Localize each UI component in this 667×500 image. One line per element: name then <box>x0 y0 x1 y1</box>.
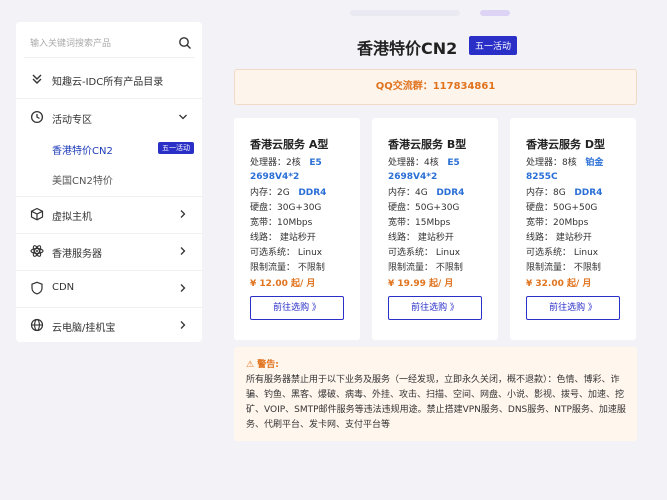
divider <box>16 233 202 234</box>
spec-line: 线路： 建站秒开 <box>250 233 316 243</box>
spec-line: 线路： 建站秒开 <box>526 233 592 243</box>
spec-os: 可选系统： Linux <box>526 248 599 258</box>
sidebar-item-label: 知趣云-IDC所有产品目录 <box>52 77 164 88</box>
card-title: 香港云服务 D型 <box>526 138 605 151</box>
warning-title: ⚠ 警告: <box>246 360 279 370</box>
spec-traffic: 限制流量： 不限制 <box>388 263 463 273</box>
sidebar-item-label: 香港服务器 <box>52 249 102 260</box>
sidebar-item-activity[interactable]: 活动专区 <box>16 102 202 132</box>
buy-button[interactable]: 前往选购 》 <box>250 296 344 320</box>
spec-traffic: 限制流量： 不限制 <box>526 263 601 273</box>
search-box <box>24 30 194 58</box>
spec-cpu: 处理器：8核 铂金 8255C <box>526 158 604 182</box>
warning-panel: ⚠ 警告: 所有服务器禁止用于以下业务及服务（一经发现，立即永久关闭，概不退款）… <box>234 347 637 441</box>
cube-icon <box>30 207 44 221</box>
globe-icon <box>30 318 44 332</box>
sidebar-item-virtual-host[interactable]: 虚拟主机 <box>16 199 202 229</box>
chevron-right-icon <box>180 284 186 292</box>
activity-badge: 五一活动 <box>158 142 194 154</box>
warning-body: 所有服务器禁止用于以下业务及服务（一经发现，立即永久关闭，概不退款）：色情、博彩… <box>246 375 626 430</box>
sidebar-item-label: 活动专区 <box>52 115 92 126</box>
qq-group-banner: QQ交流群：117834861 <box>234 69 637 105</box>
sidebar-item-label: 云电脑/挂机宝 <box>52 323 116 334</box>
search-input[interactable] <box>24 30 174 56</box>
buy-button[interactable]: 前往选购 》 <box>526 296 620 320</box>
product-card-a: 香港云服务 A型 处理器：2核 E5 2698V4*2 内存：2G DDR4 硬… <box>234 118 360 340</box>
spec-memory: 内存：8G DDR4 <box>526 188 603 198</box>
product-card-d: 香港云服务 D型 处理器：8核 铂金 8255C 内存：8G DDR4 硬盘：5… <box>510 118 636 340</box>
divider <box>16 196 202 197</box>
sidebar-item-hk-server[interactable]: 香港服务器 <box>16 236 202 266</box>
spec-cpu: 处理器：2核 E5 2698V4*2 <box>250 158 322 182</box>
double-chevron-down-icon <box>32 74 42 84</box>
title-badge: 五一活动 <box>469 36 518 55</box>
search-icon[interactable] <box>178 36 192 50</box>
chevron-right-icon <box>180 321 186 329</box>
spec-disk: 硬盘：50G+50G <box>526 203 598 213</box>
price: ¥ 32.00 起/ 月 <box>526 279 592 289</box>
spec-bandwidth: 宽带：20Mbps <box>526 218 589 228</box>
spec-disk: 硬盘：50G+30G <box>388 203 460 213</box>
price: ¥ 12.00 起/ 月 <box>250 279 316 289</box>
card-title: 香港云服务 B型 <box>388 138 467 151</box>
buy-button[interactable]: 前往选购 》 <box>388 296 482 320</box>
spec-memory: 内存：2G DDR4 <box>250 188 327 198</box>
divider <box>16 307 202 308</box>
divider <box>16 98 202 99</box>
spec-os: 可选系统： Linux <box>388 248 461 258</box>
sidebar: 知趣云-IDC所有产品目录 活动专区 香港特价CN2 五一活动 美国CN2特价 … <box>16 22 202 342</box>
spec-traffic: 限制流量： 不限制 <box>250 263 325 273</box>
page-title: 香港特价CN2 <box>357 39 458 58</box>
clock-icon <box>30 110 44 124</box>
sidebar-subitem-us-cn2[interactable]: 美国CN2特价 <box>52 172 113 187</box>
sidebar-item-catalog[interactable]: 知趣云-IDC所有产品目录 <box>16 64 202 94</box>
divider <box>16 270 202 271</box>
shield-icon <box>31 281 43 295</box>
sidebar-subitem-hk-cn2[interactable]: 香港特价CN2 <box>52 142 113 157</box>
card-title: 香港云服务 A型 <box>250 138 329 151</box>
spec-disk: 硬盘：30G+30G <box>250 203 322 213</box>
spec-bandwidth: 宽带：15Mbps <box>388 218 451 228</box>
spec-memory: 内存：4G DDR4 <box>388 188 465 198</box>
top-decoration <box>350 10 510 16</box>
sidebar-item-label: 虚拟主机 <box>52 212 92 223</box>
spec-cpu: 处理器：4核 E5 2698V4*2 <box>388 158 460 182</box>
chevron-down-icon[interactable] <box>178 111 188 123</box>
spec-line: 线路： 建站秒开 <box>388 233 454 243</box>
chevron-right-icon <box>180 247 186 255</box>
spec-os: 可选系统： Linux <box>250 248 323 258</box>
top-bar-segment-accent <box>480 10 510 16</box>
atom-icon <box>30 245 44 257</box>
spec-bandwidth: 宽带：10Mbps <box>250 218 313 228</box>
sidebar-item-cdn[interactable]: CDN <box>16 273 202 303</box>
sidebar-item-label: CDN <box>52 282 75 293</box>
product-card-b: 香港云服务 B型 处理器：4核 E5 2698V4*2 内存：4G DDR4 硬… <box>372 118 498 340</box>
sidebar-item-cloud-pc[interactable]: 云电脑/挂机宝 <box>16 310 202 340</box>
top-bar-segment <box>350 10 460 16</box>
chevron-right-icon <box>180 210 186 218</box>
price: ¥ 19.99 起/ 月 <box>388 279 454 289</box>
